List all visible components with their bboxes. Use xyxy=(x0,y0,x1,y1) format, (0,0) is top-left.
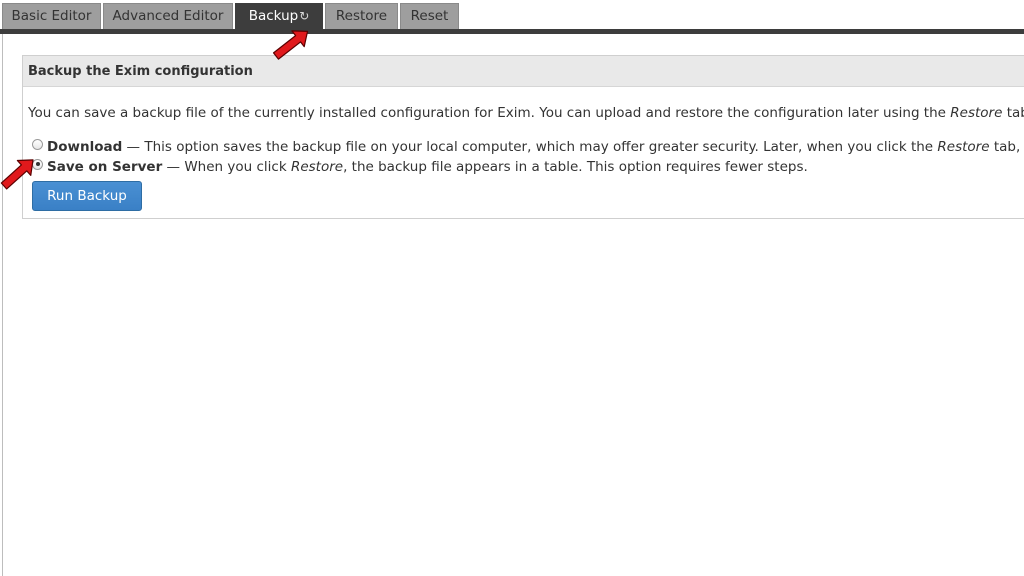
description-text-end: tab. xyxy=(1006,105,1024,121)
download-description: — This option saves the backup file on y… xyxy=(122,139,938,155)
annotation-arrow-icon xyxy=(0,159,34,190)
tab-bar: Basic Editor Advanced Editor Backup↻ Res… xyxy=(0,0,1024,30)
exim-backup-page: Basic Editor Advanced Editor Backup↻ Res… xyxy=(0,0,1024,576)
option-save-on-server: Save on Server — When you click Restore,… xyxy=(32,158,808,175)
content-left-border xyxy=(2,34,3,576)
panel-title: Backup the Exim configuration xyxy=(23,56,1024,87)
tab-advanced-editor[interactable]: Advanced Editor xyxy=(103,3,233,29)
download-description-end: tab, you will xyxy=(993,139,1024,155)
description-restore-emphasis: Restore xyxy=(950,105,1003,121)
tab-label: Reset xyxy=(410,8,449,24)
option-download: Download — This option saves the backup … xyxy=(32,138,1024,155)
download-restore-emphasis: Restore xyxy=(937,139,990,155)
description-text: You can save a backup file of the curren… xyxy=(28,105,951,121)
run-backup-button[interactable]: Run Backup xyxy=(32,181,142,211)
save-on-server-description-end: , the backup file appears in a table. Th… xyxy=(343,159,808,175)
tab-reset[interactable]: Reset xyxy=(400,3,459,29)
tab-bar-underline xyxy=(0,29,1024,34)
save-on-server-restore-emphasis: Restore xyxy=(290,159,344,175)
tab-label: Restore xyxy=(335,8,388,24)
download-label[interactable]: Download xyxy=(47,139,122,155)
tab-label: Advanced Editor xyxy=(112,8,224,24)
download-radio[interactable] xyxy=(32,138,43,150)
tab-restore[interactable]: Restore xyxy=(325,3,398,29)
panel-description: You can save a backup file of the curren… xyxy=(28,105,1024,121)
backup-panel: Backup the Exim configuration You can sa… xyxy=(22,55,1024,219)
save-on-server-label[interactable]: Save on Server xyxy=(47,159,162,175)
tab-basic-editor[interactable]: Basic Editor xyxy=(2,3,101,29)
save-on-server-description: — When you click xyxy=(162,159,291,175)
annotation-arrow-icon xyxy=(272,30,309,60)
tab-label: Basic Editor xyxy=(11,8,92,24)
